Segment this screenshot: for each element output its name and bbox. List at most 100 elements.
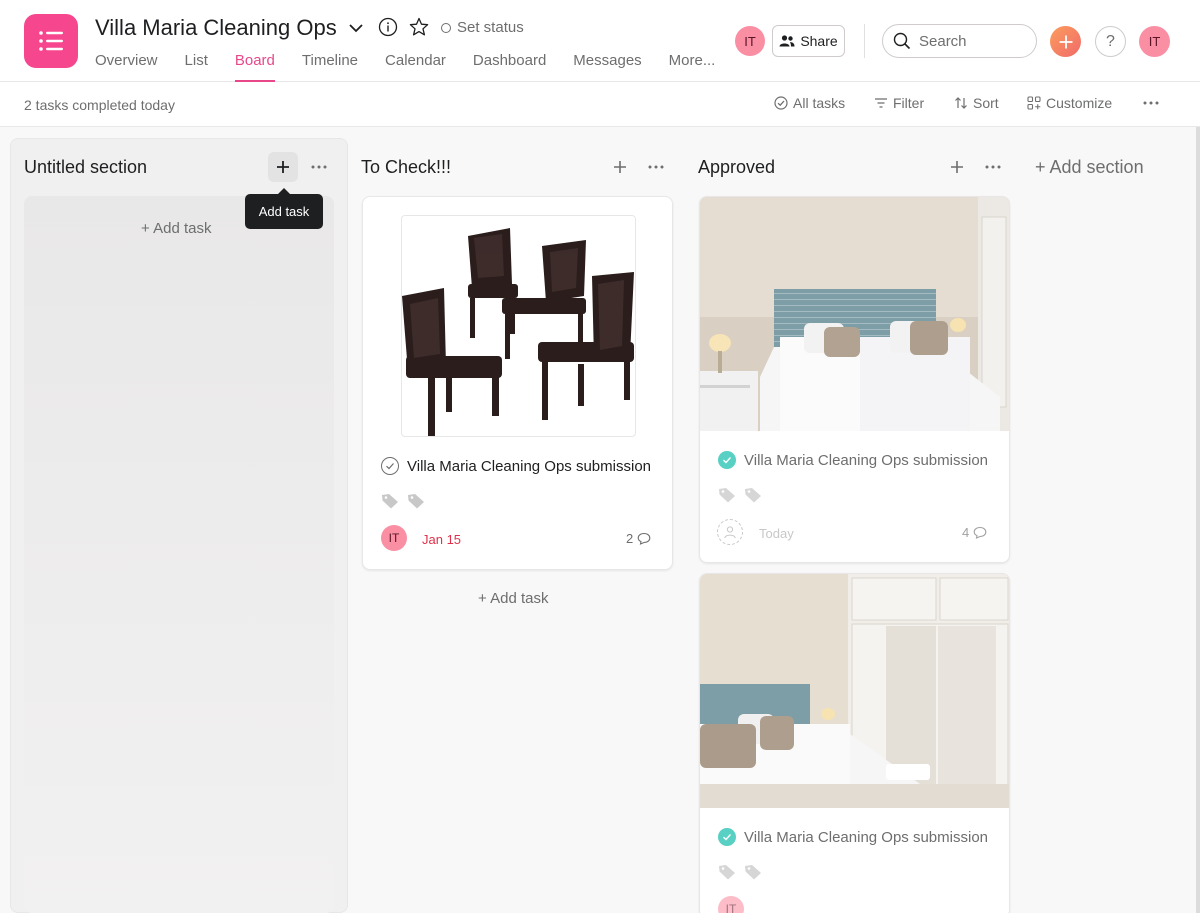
customize-icon xyxy=(1027,96,1041,110)
comment-icon xyxy=(973,526,987,539)
project-title[interactable]: Villa Maria Cleaning Ops xyxy=(95,15,337,41)
sort-button[interactable]: Sort xyxy=(954,95,999,111)
task-title-text: Villa Maria Cleaning Ops submission xyxy=(407,457,651,475)
member-avatar[interactable]: IT xyxy=(735,26,765,56)
due-date[interactable]: Today xyxy=(759,526,794,541)
section-add-task-button[interactable] xyxy=(942,152,972,182)
tag-icon[interactable] xyxy=(744,864,762,880)
help-button[interactable]: ? xyxy=(1095,26,1126,57)
window-edge xyxy=(1196,127,1200,913)
sort-label: Sort xyxy=(973,95,999,111)
quick-add-button[interactable] xyxy=(1050,26,1081,57)
view-toolbar: 2 tasks completed today All tasks Filter… xyxy=(0,82,1200,127)
tab-timeline[interactable]: Timeline xyxy=(302,52,358,82)
bedroom-photo xyxy=(700,197,1009,431)
add-section-button[interactable]: + Add section xyxy=(1035,157,1144,178)
tab-overview[interactable]: Overview xyxy=(95,52,158,82)
more-dots-icon xyxy=(985,165,1001,169)
tab-dashboard[interactable]: Dashboard xyxy=(473,52,546,82)
filter-icon xyxy=(875,98,887,108)
header-divider xyxy=(864,24,865,58)
all-tasks-button[interactable]: All tasks xyxy=(774,95,845,111)
tab-calendar[interactable]: Calendar xyxy=(385,52,446,82)
tab-more[interactable]: More... xyxy=(669,52,716,82)
assignee-avatar[interactable]: IT xyxy=(381,525,407,551)
plus-icon xyxy=(277,161,289,173)
filter-label: Filter xyxy=(893,95,925,111)
section-title[interactable]: Approved xyxy=(698,157,775,178)
search-icon xyxy=(893,32,911,50)
task-tags xyxy=(381,493,425,509)
tab-board[interactable]: Board xyxy=(234,52,275,82)
search-input[interactable]: Search xyxy=(882,24,1037,58)
section-more-button[interactable] xyxy=(641,152,671,182)
customize-label: Customize xyxy=(1046,95,1113,111)
more-dots-icon xyxy=(1143,101,1159,105)
add-task-button[interactable]: + Add task xyxy=(478,590,548,607)
completed-tasks-text: 2 tasks completed today xyxy=(24,97,175,113)
section-more-button[interactable] xyxy=(978,152,1008,182)
chevron-down-icon[interactable] xyxy=(346,18,366,38)
add-task-button[interactable]: + Add task xyxy=(141,220,211,237)
unassigned-avatar-icon[interactable] xyxy=(717,519,743,545)
tag-icon[interactable] xyxy=(744,487,762,503)
share-button[interactable]: Share xyxy=(772,25,845,57)
bedroom-wardrobe-photo xyxy=(700,574,1009,808)
section-add-task-button[interactable] xyxy=(605,152,635,182)
task-card[interactable]: Villa Maria Cleaning Ops submission IT xyxy=(699,573,1010,913)
tag-icon[interactable] xyxy=(381,493,399,509)
tag-icon[interactable] xyxy=(718,864,736,880)
comment-count-value: 4 xyxy=(962,525,970,540)
task-card[interactable]: Villa Maria Cleaning Ops submission Toda… xyxy=(699,196,1010,563)
task-title: Villa Maria Cleaning Ops submission xyxy=(718,451,988,469)
section-title[interactable]: To Check!!! xyxy=(361,157,451,178)
tag-icon[interactable] xyxy=(718,487,736,503)
completed-checkbox[interactable] xyxy=(718,828,736,846)
section-more-button[interactable] xyxy=(304,152,334,182)
info-icon[interactable] xyxy=(378,17,398,37)
customize-button[interactable]: Customize xyxy=(1027,95,1112,111)
share-label: Share xyxy=(800,33,838,49)
tab-messages[interactable]: Messages xyxy=(573,52,641,82)
user-avatar[interactable]: IT xyxy=(1139,26,1170,57)
tab-list[interactable]: List xyxy=(185,52,208,82)
people-icon xyxy=(779,35,795,47)
plus-icon xyxy=(951,161,963,173)
add-task-tooltip: Add task xyxy=(245,188,323,229)
task-title-text: Villa Maria Cleaning Ops submission xyxy=(744,451,988,469)
project-list-icon[interactable] xyxy=(24,14,78,68)
person-icon xyxy=(724,526,736,539)
plus-icon xyxy=(1059,35,1072,48)
more-options-button[interactable] xyxy=(1142,94,1160,112)
star-icon[interactable] xyxy=(408,16,430,38)
section-title[interactable]: Untitled section xyxy=(24,157,147,178)
check-icon xyxy=(723,834,732,841)
comment-count[interactable]: 4 xyxy=(962,525,987,540)
section-add-task-button[interactable] xyxy=(268,152,298,182)
task-tags xyxy=(718,864,762,880)
comment-icon xyxy=(637,532,651,545)
tag-icon[interactable] xyxy=(407,493,425,509)
more-dots-icon xyxy=(311,165,327,169)
search-placeholder: Search xyxy=(919,32,967,50)
comment-count[interactable]: 2 xyxy=(626,531,651,546)
set-status-label: Set status xyxy=(457,19,524,36)
task-card[interactable]: Villa Maria Cleaning Ops submission IT J… xyxy=(362,196,673,570)
completed-checkbox[interactable] xyxy=(718,451,736,469)
status-circle-icon xyxy=(441,22,451,33)
section-drop-area xyxy=(24,196,334,913)
project-tabs: Overview List Board Timeline Calendar Da… xyxy=(95,52,742,82)
task-title-text: Villa Maria Cleaning Ops submission xyxy=(744,828,988,846)
comment-count-value: 2 xyxy=(626,531,634,546)
filter-button[interactable]: Filter xyxy=(874,95,924,111)
complete-task-checkbox[interactable] xyxy=(381,457,399,475)
check-icon xyxy=(386,463,394,470)
plus-icon xyxy=(614,161,626,173)
project-header: Villa Maria Cleaning Ops Set status Over… xyxy=(0,0,1200,82)
task-title: Villa Maria Cleaning Ops submission xyxy=(381,457,651,475)
set-status-button[interactable]: Set status xyxy=(441,19,524,36)
due-date[interactable]: Jan 15 xyxy=(422,532,461,547)
task-title: Villa Maria Cleaning Ops submission xyxy=(718,828,988,846)
sort-icon xyxy=(955,97,967,109)
assignee-avatar[interactable]: IT xyxy=(718,896,744,913)
